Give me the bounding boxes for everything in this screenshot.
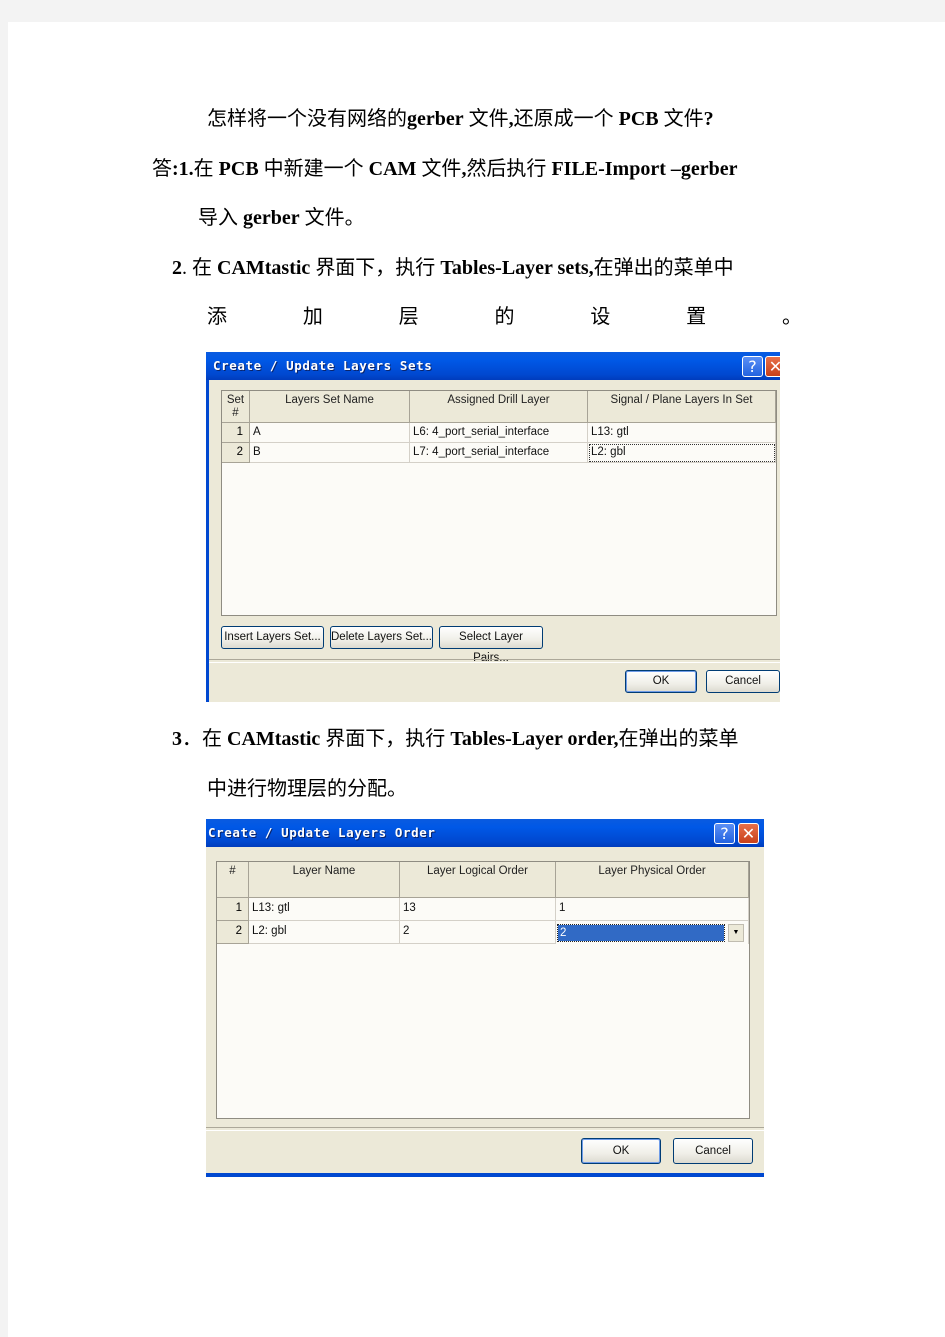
text-char: 置 — [686, 306, 707, 328]
cell-physical-order[interactable]: 1 — [556, 898, 749, 921]
cell-physical-order-editor[interactable]: 2 ▼ — [556, 921, 749, 944]
cell-drill-layer[interactable]: L6: 4_port_serial_interface — [410, 423, 588, 443]
separator — [209, 659, 780, 663]
text-segment: 2 — [172, 257, 182, 279]
cell-layer-name[interactable]: L13: gtl — [249, 898, 400, 921]
text-char: 的 — [494, 306, 515, 328]
text-segment: CAMtastic — [227, 728, 321, 750]
text-segment: 然后执行 — [466, 158, 552, 180]
row-number[interactable]: 2 — [217, 921, 249, 944]
text-segment: 文件 — [658, 108, 704, 130]
physical-order-select[interactable]: 2 — [557, 924, 725, 942]
layers-order-grid[interactable]: # Layer Name Layer Logical Order Layer P… — [216, 861, 750, 1119]
text-char: 加 — [302, 306, 323, 328]
text-segment: 文件。 — [299, 207, 365, 229]
text-segment: CAMtastic — [217, 257, 311, 279]
step1-line2: 导入 gerber 文件。 — [198, 206, 365, 230]
col-header-number[interactable]: # — [217, 862, 249, 898]
row-number[interactable]: 1 — [222, 423, 250, 443]
text-segment: 界面下，执行 — [320, 728, 451, 750]
cell-signal-layers[interactable]: L2: gbl — [588, 443, 776, 463]
dialog-titlebar[interactable]: Create / Update Layers Order ? ✕ — [206, 819, 764, 847]
insert-layers-set-button[interactable]: Insert Layers Set... — [221, 626, 324, 649]
dialog-titlebar[interactable]: Create / Update Layers Sets ? ✕ — [206, 352, 780, 380]
col-header-assigned-drill-layer[interactable]: Assigned Drill Layer — [410, 391, 588, 423]
text-segment: 3 — [172, 728, 182, 750]
text-segment: 还原成一个 — [513, 108, 619, 130]
row-number[interactable]: 2 — [222, 443, 250, 463]
col-header-signal-plane-layers[interactable]: Signal / Plane Layers In Set — [588, 391, 776, 423]
text-segment: Tables-Layer sets, — [440, 257, 594, 279]
col-header-layers-set-name[interactable]: Layers Set Name — [250, 391, 410, 423]
text-segment: CAM — [368, 158, 417, 180]
select-layer-pairs-button[interactable]: Select Layer Pairs... — [439, 626, 543, 664]
chevron-down-icon[interactable]: ▼ — [728, 924, 744, 942]
close-icon[interactable]: ✕ — [738, 823, 759, 844]
cancel-button[interactable]: Cancel — [673, 1138, 753, 1164]
text-char: 层 — [398, 306, 419, 328]
ok-button[interactable]: OK — [625, 670, 697, 693]
cancel-button[interactable]: Cancel — [706, 670, 780, 693]
text-segment: . 在 — [182, 257, 217, 279]
col-header-label: # — [232, 407, 239, 419]
cell-logical-order[interactable]: 13 — [400, 898, 556, 921]
text-segment: 导入 — [198, 207, 243, 229]
text-segment: ．在 — [182, 728, 227, 750]
text-segment: 在弹出的菜单中 — [593, 257, 734, 279]
text-segment: 中新建一个 — [258, 158, 369, 180]
step2-line1: 2. 在 CAMtastic 界面下，执行 Tables-Layer sets,… — [172, 256, 734, 280]
separator — [206, 1127, 764, 1131]
text-char: 添 — [207, 306, 227, 328]
dialog-title: Create / Update Layers Order — [208, 825, 436, 840]
text-segment: gerber — [243, 207, 300, 229]
col-header-set-number[interactable]: Set # — [222, 391, 250, 423]
text-segment: Tables-Layer order, — [450, 728, 619, 750]
text-segment: ? — [703, 108, 714, 130]
col-header-logical-order[interactable]: Layer Logical Order — [400, 862, 556, 898]
dialog-border — [206, 380, 209, 702]
delete-layers-set-button[interactable]: Delete Layers Set... — [330, 626, 433, 649]
cell-set-name[interactable]: A — [250, 423, 410, 443]
close-icon[interactable]: ✕ — [765, 356, 780, 377]
cell-logical-order[interactable]: 2 — [400, 921, 556, 944]
text-segment: 在 — [193, 158, 219, 180]
dialog-title: Create / Update Layers Sets — [213, 358, 433, 373]
help-icon[interactable]: ? — [742, 356, 763, 377]
layers-sets-grid[interactable]: Set # Layers Set Name Assigned Drill Lay… — [221, 390, 777, 616]
text-segment: 怎样将一个没有网络的 — [207, 108, 407, 130]
step2-line2: 添 加 层 的 设 置 。 — [207, 305, 802, 329]
help-icon[interactable]: ? — [714, 823, 735, 844]
text-segment: PCB — [618, 108, 659, 130]
col-header-layer-name[interactable]: Layer Name — [249, 862, 400, 898]
layers-sets-dialog: Create / Update Layers Sets ? ✕ Set # La… — [206, 352, 780, 702]
dialog-bottom-border — [206, 1173, 764, 1177]
cell-drill-layer[interactable]: L7: 4_port_serial_interface — [410, 443, 588, 463]
step3-line1: 3．在 CAMtastic 界面下，执行 Tables-Layer order,… — [172, 727, 738, 751]
text-segment: 文件 — [416, 158, 462, 180]
row-number[interactable]: 1 — [217, 898, 249, 921]
text-segment: 答 — [152, 158, 172, 180]
question-title: 怎样将一个没有网络的gerber 文件,还原成一个 PCB 文件? — [207, 107, 714, 131]
col-header-label: Set — [226, 394, 245, 406]
text-segment: 在弹出的菜单 — [618, 728, 739, 750]
text-segment: 文件 — [463, 108, 509, 130]
ok-button[interactable]: OK — [581, 1138, 661, 1164]
col-header-physical-order[interactable]: Layer Physical Order — [556, 862, 749, 898]
cell-layer-name[interactable]: L2: gbl — [249, 921, 400, 944]
text-segment: PCB — [218, 158, 259, 180]
text-segment: :1. — [172, 158, 194, 180]
text-char: 。 — [781, 306, 802, 328]
cell-set-name[interactable]: B — [250, 443, 410, 463]
text-char: 设 — [590, 306, 611, 328]
text-segment: gerber — [407, 108, 464, 130]
text-segment: FILE-Import –gerber — [551, 158, 738, 180]
layers-order-dialog: Create / Update Layers Order ? ✕ # Layer… — [206, 819, 764, 1177]
step3-line2: 中进行物理层的分配。 — [207, 778, 407, 800]
cell-signal-layers[interactable]: L13: gtl — [588, 423, 776, 443]
step1-line1: 答:1.在 PCB 中新建一个 CAM 文件,然后执行 FILE-Import … — [152, 157, 738, 181]
text-segment: 界面下，执行 — [310, 257, 441, 279]
